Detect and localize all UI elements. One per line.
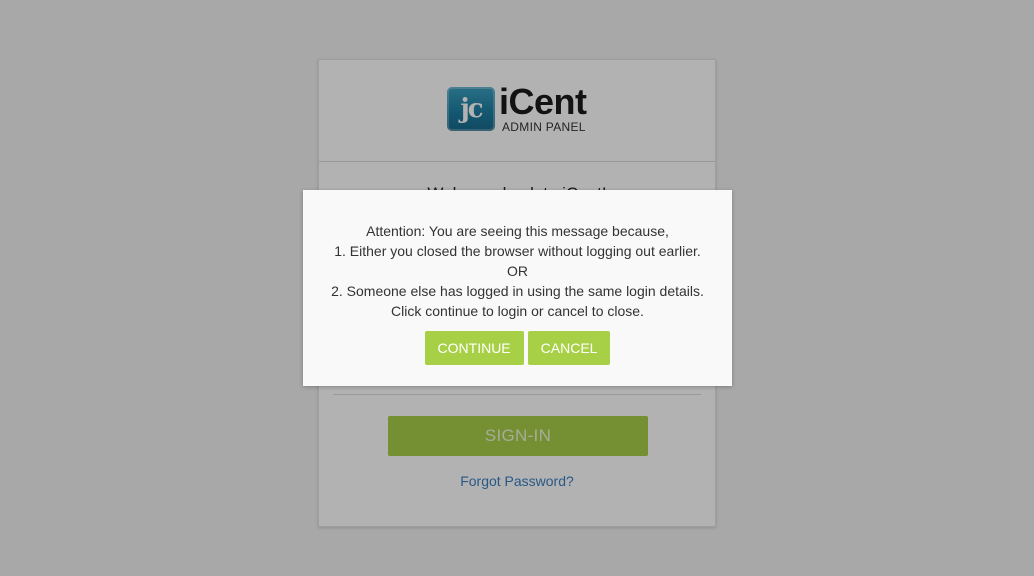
session-warning-dialog: Attention: You are seeing this message b… [303,190,732,386]
dialog-message-line: 1. Either you closed the browser without… [334,243,701,259]
continue-button[interactable]: CONTINUE [424,331,524,365]
dialog-button-row: CONTINUE CANCEL [303,331,732,365]
dialog-message-line: OR [507,263,528,279]
dialog-message: Attention: You are seeing this message b… [303,190,732,321]
cancel-button[interactable]: CANCEL [527,331,611,365]
dialog-message-line: Attention: You are seeing this message b… [366,223,669,239]
dialog-message-line: Click continue to login or cancel to clo… [391,303,644,319]
dialog-message-line: 2. Someone else has logged in using the … [331,283,704,299]
